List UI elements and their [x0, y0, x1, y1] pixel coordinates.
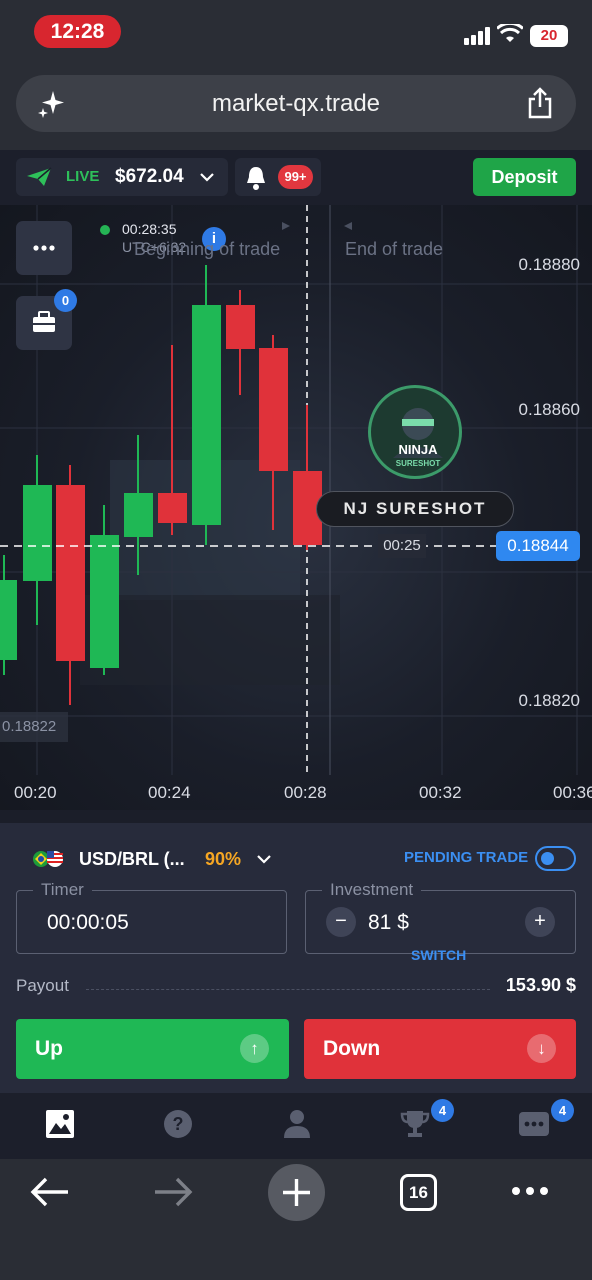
current-price-tag: 0.18844: [496, 531, 580, 561]
x-tick-label: 00:28: [284, 783, 327, 802]
y-tick-label: 0.18880: [518, 255, 580, 274]
notification-count-badge: 99+: [278, 165, 313, 189]
chart-time: 00:28:35: [122, 221, 177, 237]
pending-trade-label: PENDING TRADE: [404, 849, 529, 866]
new-tab-button[interactable]: [268, 1164, 325, 1221]
share-icon[interactable]: [526, 87, 554, 119]
notifications-button[interactable]: 99+: [235, 158, 321, 196]
up-button[interactable]: Up ↑: [16, 1019, 289, 1079]
x-tick-label: 00:24: [148, 783, 191, 802]
trade-flag-begin: [282, 222, 290, 230]
low-price-label: 0.18822: [0, 712, 68, 742]
candle: [23, 485, 52, 581]
battery-indicator: 20: [530, 25, 568, 47]
timer-label: Timer: [33, 881, 92, 899]
timer-field[interactable]: Timer 00:00:05: [16, 881, 287, 954]
address-bar[interactable]: market-qx.trade: [16, 75, 576, 132]
paper-plane-icon: [27, 167, 52, 186]
candle-countdown: 00:25: [378, 534, 426, 558]
down-button-label: Down: [323, 1037, 381, 1060]
candle: [56, 485, 85, 661]
trade-panel: USD/BRL (... 90% PENDING TRADE Timer 00:…: [0, 823, 592, 1093]
chat-icon[interactable]: [518, 1109, 550, 1139]
open-trades-badge: 0: [54, 289, 77, 312]
account-balance: $672.04: [115, 166, 184, 187]
y-tick-label: 0.18860: [518, 400, 580, 419]
profile-icon[interactable]: [283, 1109, 311, 1139]
candle: [124, 493, 153, 537]
plus-icon: [283, 1179, 310, 1206]
more-horizontal-icon: [33, 245, 55, 251]
payout-value: 153.90 $: [505, 975, 576, 995]
asset-payout-percent: 90%: [205, 849, 242, 869]
x-tick-label: 00:32: [419, 783, 462, 802]
y-tick-label: 0.18820: [518, 691, 580, 710]
status-bar: 12:28 20: [0, 0, 592, 64]
forward-arrow-icon[interactable]: [153, 1176, 193, 1208]
brand-name-label: NJ SURESHOT: [316, 491, 514, 527]
bell-icon: [247, 167, 265, 190]
app-bottom-nav: ? 4 4: [0, 1093, 592, 1159]
candle: [226, 305, 255, 349]
candle: [192, 305, 221, 525]
price-chart[interactable]: 00:28:35 UTC+6:32 i Beginning of trade E…: [0, 205, 592, 810]
arrow-down-icon: ↓: [527, 1034, 556, 1063]
down-button[interactable]: Down ↓: [304, 1019, 576, 1079]
switch-button[interactable]: SWITCH: [411, 947, 466, 963]
trophy-icon[interactable]: [400, 1109, 430, 1139]
increase-investment-button[interactable]: +: [525, 907, 555, 937]
x-tick-label: 00:36: [553, 783, 592, 802]
url-text: market-qx.trade: [211, 90, 381, 117]
investment-field[interactable]: Investment − 81 $ +: [305, 881, 576, 954]
candle: [158, 493, 187, 523]
trophy-badge: 4: [431, 1099, 454, 1122]
wifi-icon: [497, 24, 523, 42]
usd-brl-flags-icon: [33, 851, 63, 867]
back-arrow-icon[interactable]: [30, 1176, 70, 1208]
chevron-down-icon: [257, 855, 271, 864]
browser-toolbar: market-qx.trade: [0, 64, 592, 150]
account-selector[interactable]: LIVE $672.04: [16, 158, 228, 196]
deposit-button[interactable]: Deposit: [473, 158, 576, 196]
browser-bottom-bar: 16: [0, 1159, 592, 1280]
svg-text:?: ?: [173, 1114, 184, 1134]
chart-nav-icon[interactable]: [45, 1109, 75, 1139]
decrease-investment-button[interactable]: −: [326, 907, 356, 937]
help-icon[interactable]: ?: [163, 1109, 193, 1139]
asset-name: USD/BRL (...: [79, 849, 185, 869]
beginning-of-trade-label: Beginning of trade: [134, 239, 281, 259]
svg-text:SURESHOT: SURESHOT: [396, 459, 441, 468]
more-options-icon[interactable]: [511, 1186, 549, 1196]
chevron-down-icon: [200, 173, 214, 182]
timer-value: 00:00:05: [47, 911, 129, 934]
ninja-sureshot-logo: NINJA SURESHOT: [368, 385, 462, 479]
status-time: 12:28: [34, 15, 121, 48]
trade-flag-end: [344, 222, 352, 230]
candle: [0, 580, 17, 660]
investment-value: 81 $: [368, 911, 409, 934]
payout-label: Payout: [16, 976, 69, 995]
account-mode-label: LIVE: [66, 168, 100, 185]
payout-divider: [86, 989, 490, 990]
candle: [90, 535, 119, 668]
x-tick-label: 00:20: [14, 783, 57, 802]
chart-menu-button[interactable]: [16, 221, 72, 275]
pending-trade-toggle[interactable]: [535, 846, 576, 871]
tab-switcher-button[interactable]: 16: [400, 1174, 437, 1211]
app-header: LIVE $672.04 99+ Deposit: [0, 150, 592, 205]
arrow-up-icon: ↑: [240, 1034, 269, 1063]
chat-badge: 4: [551, 1099, 574, 1122]
svg-text:NINJA: NINJA: [398, 442, 438, 457]
candle: [259, 348, 288, 471]
investment-label: Investment: [322, 881, 422, 899]
end-of-trade-label: End of trade: [345, 239, 444, 259]
up-button-label: Up: [35, 1037, 63, 1060]
